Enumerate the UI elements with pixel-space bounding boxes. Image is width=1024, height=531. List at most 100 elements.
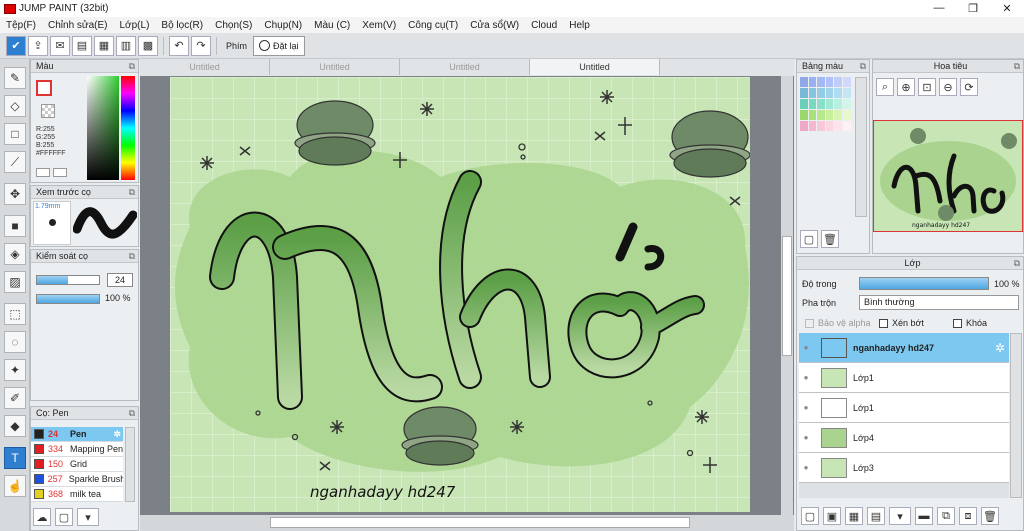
color-swatch[interactable]	[800, 77, 808, 87]
color-swatch[interactable]	[825, 121, 834, 131]
menu-window[interactable]: Cửa sổ(W)	[464, 20, 525, 31]
line-tool-icon[interactable]: ⟋	[4, 151, 26, 173]
layer-row[interactable]: ● Lớp1	[799, 393, 1009, 423]
text-tool-icon[interactable]: T	[4, 447, 26, 469]
tab-untitled-3[interactable]: Untitled	[400, 59, 530, 75]
close-button[interactable]: ✕	[990, 2, 1024, 15]
message-icon[interactable]: ▤	[72, 35, 92, 56]
visibility-icon[interactable]: ●	[799, 373, 813, 382]
gear-icon[interactable]: ✲	[995, 341, 1005, 355]
color-swatch[interactable]	[817, 121, 825, 131]
select-pen-tool-icon[interactable]: ✐	[4, 387, 26, 409]
bucket-tool-icon[interactable]: ◈	[4, 243, 26, 265]
menu-file[interactable]: Tệp(F)	[0, 20, 42, 31]
color-swatch[interactable]	[800, 88, 808, 98]
brush-item[interactable]: 334 Mapping Pen	[31, 442, 123, 457]
brush-item[interactable]: 150 Grid	[31, 457, 123, 472]
gear-icon[interactable]: ✲	[113, 429, 121, 440]
clip-checkbox[interactable]: Xén bớt	[879, 318, 924, 329]
layer-list-scrollbar[interactable]	[1010, 333, 1022, 498]
brush-item[interactable]: 368 milk tea	[31, 487, 123, 502]
layer-row[interactable]: ● nganhadayy hd247 ✲	[799, 333, 1009, 363]
minimize-button[interactable]: —	[922, 2, 956, 15]
pen-tool-icon[interactable]: ✎	[4, 67, 26, 89]
blend-mode-select[interactable]: Bình thường	[859, 295, 1019, 310]
tab-untitled-4[interactable]: Untitled	[530, 59, 660, 75]
panel-menu-icon[interactable]: ⧉	[1014, 61, 1020, 72]
brush-item[interactable]: 24 Pen ✲	[31, 427, 123, 442]
visibility-icon[interactable]: ●	[799, 463, 813, 472]
rectangle-tool-icon[interactable]: □	[4, 123, 26, 145]
color-swatch[interactable]	[817, 88, 825, 98]
new-text-layer-icon[interactable]: ▤	[867, 507, 885, 525]
delete-layer-icon[interactable]: 🗑	[981, 507, 999, 525]
magic-wand-tool-icon[interactable]: ✦	[4, 359, 26, 381]
visibility-icon[interactable]: ●	[799, 403, 813, 412]
hand-tool-icon[interactable]: ☝	[4, 475, 26, 497]
layer-row[interactable]: ● Lớp3	[799, 453, 1009, 483]
color-swatch[interactable]	[834, 88, 842, 98]
layer-row[interactable]: ● Lớp1	[799, 363, 1009, 393]
folder-icon[interactable]: ▬	[915, 507, 933, 525]
menu-filter[interactable]: Bộ lọc(R)	[155, 20, 209, 31]
color-swatch[interactable]	[825, 77, 834, 87]
new-layer-icon[interactable]: ▢	[801, 507, 819, 525]
artboard[interactable]: nganhadayy hd247	[170, 77, 750, 512]
cloud-check-icon[interactable]: ✔	[6, 35, 26, 56]
tab-untitled-1[interactable]: Untitled	[140, 59, 270, 75]
zoom-actual-icon[interactable]: ⊡	[918, 78, 936, 96]
visibility-icon[interactable]: ●	[799, 343, 813, 352]
new-brush-icon[interactable]: ▢	[55, 508, 73, 526]
menu-view[interactable]: Xem(V)	[356, 20, 402, 31]
fill-rect-tool-icon[interactable]: ■	[4, 215, 26, 237]
panel-menu-icon[interactable]: ⧉	[129, 187, 135, 198]
color-swatch[interactable]	[834, 110, 842, 120]
lock-checkbox[interactable]: Khóa	[953, 318, 987, 329]
share-icon[interactable]: ⇪	[28, 35, 48, 56]
foreground-color-swatch[interactable]	[36, 80, 52, 96]
color-swatch[interactable]	[825, 99, 834, 109]
lasso-tool-icon[interactable]: ◌	[4, 331, 26, 353]
zoom-fit-icon[interactable]: ⌕	[876, 78, 894, 96]
merge-layer-icon[interactable]: ⧈	[959, 507, 977, 525]
navigator-preview[interactable]: nganhadayy hd247	[873, 120, 1023, 232]
canvas-horizontal-scrollbar[interactable]	[140, 515, 794, 531]
color-swatch[interactable]	[808, 99, 817, 109]
maximize-button[interactable]: ❐	[956, 2, 990, 15]
new-raster-icon[interactable]: ▣	[823, 507, 841, 525]
select-eraser-tool-icon[interactable]: ◆	[4, 415, 26, 437]
color-swatch[interactable]	[808, 77, 817, 87]
redo-icon[interactable]: ↷	[191, 35, 211, 56]
brush-opacity-slider[interactable]	[36, 294, 100, 304]
color-swatch[interactable]	[842, 88, 851, 98]
panel-menu-icon[interactable]: ⧉	[860, 61, 866, 72]
delete-swatch-icon[interactable]: 🗑	[821, 230, 839, 248]
brush-menu-icon[interactable]: ▾	[77, 508, 99, 526]
color-mode-button[interactable]	[36, 168, 50, 177]
gradient-tool-icon[interactable]: ▨	[4, 271, 26, 293]
layer-opacity-slider[interactable]	[859, 277, 989, 290]
color-swatch[interactable]	[800, 110, 808, 120]
color-swatch[interactable]	[825, 88, 834, 98]
color-swatch[interactable]	[817, 110, 825, 120]
menu-color[interactable]: Màu (C)	[308, 20, 356, 31]
saturation-value-picker[interactable]	[87, 76, 119, 180]
color-swatch[interactable]	[825, 110, 834, 120]
menu-tools[interactable]: Công cụ(T)	[402, 20, 464, 31]
tab-untitled-2[interactable]: Untitled	[270, 59, 400, 75]
color-swatch[interactable]	[808, 121, 817, 131]
visibility-icon[interactable]: ●	[799, 433, 813, 442]
eraser-tool-icon[interactable]: ◇	[4, 95, 26, 117]
zoom-out-icon[interactable]: ⊖	[939, 78, 957, 96]
color-swatch[interactable]	[842, 77, 851, 87]
color-swatch[interactable]	[834, 121, 842, 131]
reset-button[interactable]: Đặt lại	[253, 35, 305, 56]
panel-menu-icon[interactable]: ⧉	[129, 251, 135, 262]
panel-menu-icon[interactable]: ⧉	[129, 408, 135, 419]
color-swatch[interactable]	[808, 110, 817, 120]
background-color-swatch[interactable]	[41, 104, 55, 118]
comment-icon[interactable]: ✉	[50, 35, 70, 56]
brush-size-slider[interactable]	[36, 275, 100, 285]
swatch-scrollbar[interactable]	[855, 77, 867, 217]
color-swatch[interactable]	[834, 99, 842, 109]
